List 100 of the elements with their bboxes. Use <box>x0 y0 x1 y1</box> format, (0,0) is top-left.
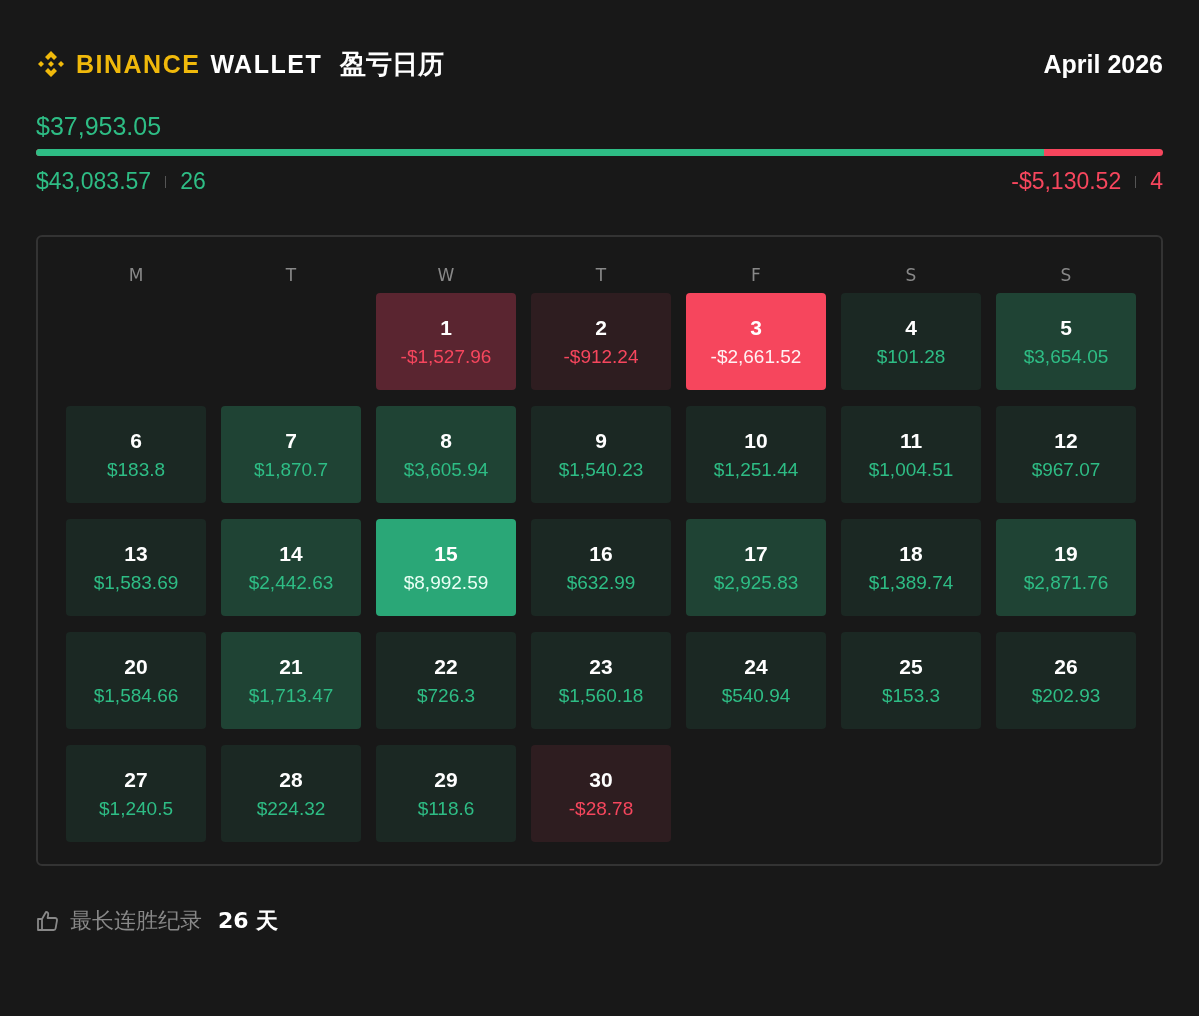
day-cell[interactable]: 21 $1,713.47 <box>221 632 361 729</box>
day-pnl: $1,560.18 <box>558 684 644 707</box>
day-pnl: $1,004.51 <box>868 458 954 481</box>
day-number: 22 <box>434 654 458 679</box>
day-number: 14 <box>279 541 303 566</box>
day-number: 7 <box>285 428 297 453</box>
day-cell[interactable]: 5 $3,654.05 <box>996 293 1136 390</box>
day-pnl: $967.07 <box>1031 458 1101 481</box>
day-cell[interactable]: 22 $726.3 <box>376 632 516 729</box>
day-pnl: $202.93 <box>1031 684 1101 707</box>
day-cell[interactable]: 14 $2,442.63 <box>221 519 361 616</box>
day-cell[interactable]: 3 -$2,661.52 <box>686 293 826 390</box>
day-cell[interactable]: 7 $1,870.7 <box>221 406 361 503</box>
day-number: 2 <box>595 315 607 340</box>
day-pnl: -$1,527.96 <box>400 345 492 368</box>
day-cell[interactable]: 2 -$912.24 <box>531 293 671 390</box>
day-cell[interactable]: 13 $1,583.69 <box>66 519 206 616</box>
day-number: 20 <box>124 654 148 679</box>
day-number: 13 <box>124 541 148 566</box>
day-cell[interactable]: 29 $118.6 <box>376 745 516 842</box>
day-pnl: $118.6 <box>417 797 475 820</box>
day-cell[interactable]: 20 $1,584.66 <box>66 632 206 729</box>
day-pnl: $1,584.66 <box>93 684 179 707</box>
day-number: 1 <box>440 315 452 340</box>
profit-days: 26 <box>180 168 206 195</box>
day-pnl: $1,870.7 <box>254 458 328 481</box>
loss-total: -$5,130.52 <box>1011 168 1122 195</box>
day-number: 21 <box>279 654 303 679</box>
weekday-label: T <box>594 265 608 285</box>
day-number: 6 <box>130 428 142 453</box>
day-number: 18 <box>899 541 923 566</box>
day-number: 10 <box>744 428 768 453</box>
day-number: 5 <box>1060 315 1072 340</box>
day-pnl: $2,442.63 <box>248 571 334 594</box>
thumbs-up-icon <box>36 909 60 933</box>
page-title: 盈亏日历 <box>340 47 445 81</box>
day-cell[interactable]: 24 $540.94 <box>686 632 826 729</box>
day-number: 8 <box>440 428 452 453</box>
day-cell[interactable]: 16 $632.99 <box>531 519 671 616</box>
day-cell[interactable]: 27 $1,240.5 <box>66 745 206 842</box>
day-cell[interactable]: 6 $183.8 <box>66 406 206 503</box>
day-number: 12 <box>1054 428 1078 453</box>
weekday-label: M <box>127 265 145 285</box>
day-number: 19 <box>1054 541 1078 566</box>
day-number: 11 <box>899 428 923 453</box>
day-pnl: $224.32 <box>256 797 326 820</box>
day-pnl: $1,540.23 <box>558 458 644 481</box>
day-number: 9 <box>595 428 607 453</box>
day-pnl: -$912.24 <box>563 345 639 368</box>
day-cell[interactable]: 11 $1,004.51 <box>841 406 981 503</box>
loss-days: 4 <box>1150 168 1163 195</box>
day-number: 29 <box>434 767 458 792</box>
day-cell[interactable]: 4 $101.28 <box>841 293 981 390</box>
day-pnl: $101.28 <box>876 345 946 368</box>
day-pnl: -$2,661.52 <box>710 345 802 368</box>
day-pnl: $2,871.76 <box>1023 571 1109 594</box>
day-pnl: $3,654.05 <box>1023 345 1109 368</box>
day-cell[interactable]: 8 $3,605.94 <box>376 406 516 503</box>
weekday-label: F <box>750 265 762 285</box>
day-number: 3 <box>750 315 762 340</box>
day-cell[interactable]: 1 -$1,527.96 <box>376 293 516 390</box>
day-cell[interactable]: 18 $1,389.74 <box>841 519 981 616</box>
day-cell[interactable]: 12 $967.07 <box>996 406 1136 503</box>
day-pnl: $1,389.74 <box>868 571 954 594</box>
day-pnl: $153.3 <box>881 684 941 707</box>
day-pnl: $2,925.83 <box>713 571 799 594</box>
day-cell[interactable]: 17 $2,925.83 <box>686 519 826 616</box>
day-pnl: $726.3 <box>416 684 476 707</box>
day-number: 15 <box>434 541 458 566</box>
day-number: 30 <box>589 767 613 792</box>
day-cell[interactable]: 23 $1,560.18 <box>531 632 671 729</box>
day-pnl: $540.94 <box>721 684 791 707</box>
day-number: 24 <box>744 654 768 679</box>
day-pnl: $3,605.94 <box>403 458 489 481</box>
day-number: 28 <box>279 767 303 792</box>
day-number: 23 <box>589 654 613 679</box>
day-cell[interactable]: 25 $153.3 <box>841 632 981 729</box>
day-pnl: $8,992.59 <box>403 571 489 594</box>
day-pnl: -$28.78 <box>568 797 634 820</box>
day-cell[interactable]: 30 -$28.78 <box>531 745 671 842</box>
day-number: 16 <box>589 541 613 566</box>
day-pnl: $1,713.47 <box>248 684 334 707</box>
day-cell[interactable]: 10 $1,251.44 <box>686 406 826 503</box>
day-cell[interactable]: 19 $2,871.76 <box>996 519 1136 616</box>
day-cell[interactable]: 28 $224.32 <box>221 745 361 842</box>
day-number: 26 <box>1054 654 1078 679</box>
streak-label: 最长连胜纪录 <box>70 907 202 935</box>
day-number: 17 <box>744 541 768 566</box>
day-number: 27 <box>124 767 148 792</box>
brand-name: BINANCE <box>76 49 201 79</box>
weekday-label: S <box>904 265 918 285</box>
weekday-label: T <box>284 265 298 285</box>
day-cell[interactable]: 9 $1,540.23 <box>531 406 671 503</box>
day-number: 25 <box>899 654 923 679</box>
day-pnl: $1,583.69 <box>93 571 179 594</box>
weekday-label: W <box>436 265 456 285</box>
diamond-logo-icon <box>36 49 66 79</box>
day-pnl: $1,240.5 <box>99 797 173 820</box>
day-cell[interactable]: 26 $202.93 <box>996 632 1136 729</box>
day-pnl: $632.99 <box>566 571 636 594</box>
